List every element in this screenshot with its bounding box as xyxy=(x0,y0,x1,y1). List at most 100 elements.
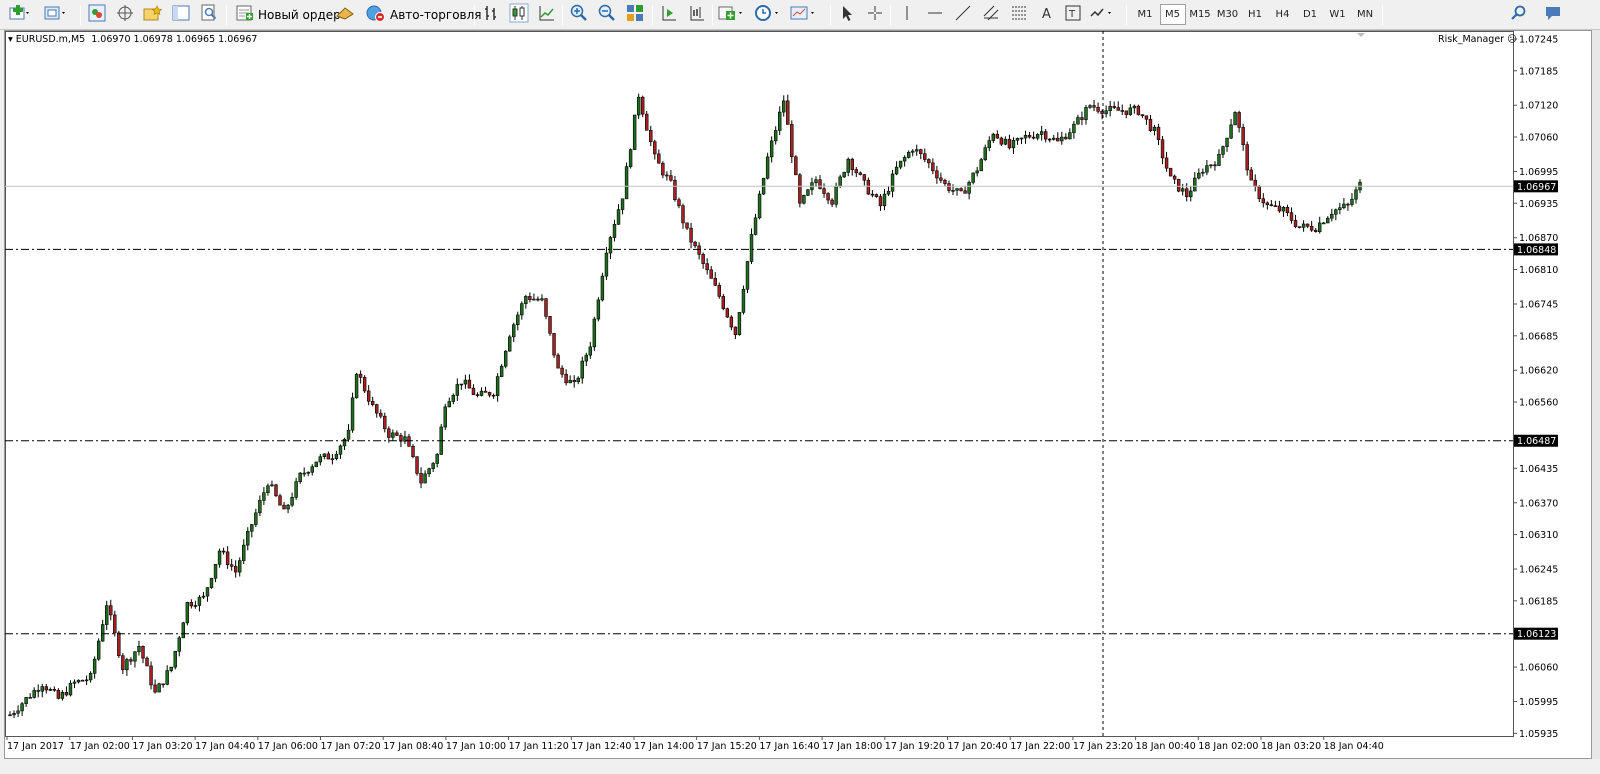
bear-candle xyxy=(653,141,657,155)
bear-candle xyxy=(1172,175,1177,180)
bear-candle xyxy=(28,697,32,699)
bear-candle xyxy=(657,153,661,164)
market-watch-button[interactable] xyxy=(86,3,108,26)
line-chart-icon xyxy=(538,4,556,25)
bull-candle xyxy=(608,237,613,254)
timeframe-h4-button[interactable]: H4 xyxy=(1270,4,1296,25)
bear-candle xyxy=(572,379,576,383)
timeframe-m5-button[interactable]: M5 xyxy=(1159,4,1186,25)
bear-candle xyxy=(1237,112,1241,128)
chart-shift-button[interactable] xyxy=(686,3,708,26)
favorites-button[interactable] xyxy=(142,3,164,26)
bull-candle xyxy=(451,395,456,402)
bull-candle xyxy=(1326,217,1330,224)
bear-candle xyxy=(141,646,145,659)
new-order-button[interactable]: Новый ордер xyxy=(232,3,345,26)
price-tick-label: 1.06685 xyxy=(1519,331,1558,342)
bull-candle xyxy=(254,512,258,525)
auto-scroll-button[interactable] xyxy=(658,3,680,26)
bull-candle xyxy=(971,172,975,183)
bull-candle xyxy=(137,646,141,653)
time-tick-label: 17 Jan 07:20 xyxy=(321,741,381,752)
vertical-scrollbar[interactable] xyxy=(1592,30,1600,759)
bull-candle xyxy=(773,130,778,142)
bull-candle xyxy=(1322,222,1326,225)
navigator-button[interactable] xyxy=(114,3,136,26)
text-tool-button[interactable]: A xyxy=(1036,3,1058,26)
bear-candle xyxy=(701,254,705,264)
bear-candle xyxy=(1116,107,1120,111)
templates-button[interactable] xyxy=(790,3,816,26)
line-chart-button[interactable] xyxy=(536,3,558,26)
zoom-out-button[interactable] xyxy=(596,3,618,26)
bear-candle xyxy=(786,100,790,125)
candlestick-chart-button[interactable] xyxy=(508,3,530,26)
bull-candle xyxy=(217,550,222,565)
bear-candle xyxy=(1164,157,1169,169)
horizontal-line-tool-button[interactable] xyxy=(924,3,946,26)
crosshair-tool-button[interactable] xyxy=(864,3,886,26)
templates-icon xyxy=(790,4,816,25)
terminal-button[interactable] xyxy=(170,3,192,26)
timeframe-m1-button[interactable]: M1 xyxy=(1132,4,1158,25)
bar-chart-button[interactable] xyxy=(480,3,502,26)
search-button[interactable] xyxy=(1508,3,1530,26)
bear-candle xyxy=(729,316,734,328)
bear-candle xyxy=(161,683,165,686)
vertical-line-tool-button[interactable] xyxy=(896,3,918,26)
timeframe-mn-button[interactable]: MN xyxy=(1352,4,1378,25)
bear-candle xyxy=(689,227,693,243)
profiles-button[interactable] xyxy=(44,3,66,26)
equidistant-channel-tool-button[interactable] xyxy=(980,3,1002,26)
chat-icon xyxy=(1544,4,1562,25)
periods-button[interactable] xyxy=(755,3,778,26)
bear-candle xyxy=(866,179,871,195)
bull-candle xyxy=(314,461,318,468)
bull-candle xyxy=(967,182,971,194)
bull-candle xyxy=(1132,105,1137,109)
bull-candle xyxy=(1330,213,1334,219)
collapse-triangle-icon[interactable]: ▾ xyxy=(8,34,16,45)
bear-candle xyxy=(721,296,726,309)
chat-button[interactable] xyxy=(1542,3,1564,26)
timeframe-h1-button[interactable]: H1 xyxy=(1242,4,1268,25)
chart-window[interactable]: 1.07245 1.07185 1.07120 1.07060 1.06995 1.069… xyxy=(4,30,1592,759)
timeframe-m30-button[interactable]: M30 xyxy=(1215,4,1241,25)
bull-candle xyxy=(1023,134,1028,139)
bull-candle xyxy=(584,354,588,362)
tile-windows-button[interactable] xyxy=(624,3,646,26)
time-tick-label: 17 Jan 19:20 xyxy=(885,741,945,752)
folder-star-icon xyxy=(143,4,163,25)
indicators-button[interactable] xyxy=(718,3,742,26)
bear-candle xyxy=(822,188,826,194)
zoom-out-icon xyxy=(598,4,616,25)
timeframe-w1-button[interactable]: W1 xyxy=(1325,4,1351,25)
zoom-in-button[interactable] xyxy=(568,3,590,26)
price-tick-label: 1.07120 xyxy=(1519,101,1558,112)
bull-candle xyxy=(1128,107,1133,115)
zoom-in-icon xyxy=(570,4,588,25)
bear-candle xyxy=(798,174,802,204)
bull-candle xyxy=(983,147,987,160)
bear-candle xyxy=(705,263,709,271)
auto-trading-button[interactable]: Авто-торговля xyxy=(362,3,486,26)
time-tick-label: 17 Jan 20:40 xyxy=(948,741,1008,752)
bull-candle xyxy=(778,111,782,131)
strategy-tester-button[interactable] xyxy=(198,3,220,26)
bull-candle xyxy=(886,190,891,195)
price-chart[interactable]: 1.07245 1.07185 1.07120 1.07060 1.06995 1.069… xyxy=(5,31,1593,760)
text-label-tool-button[interactable]: T xyxy=(1062,3,1084,26)
bear-candle xyxy=(552,333,556,356)
timeframe-m15-button[interactable]: M15 xyxy=(1187,4,1213,25)
arrows-tool-button[interactable] xyxy=(1090,3,1112,26)
bull-candle xyxy=(318,456,323,463)
auto-trading-label: Авто-торговля xyxy=(390,7,482,22)
trendline-tool-button[interactable] xyxy=(952,3,974,26)
expert-advisors-button[interactable] xyxy=(334,3,356,26)
cursor-tool-button[interactable] xyxy=(836,3,858,26)
bull-candle xyxy=(568,379,572,384)
fibonacci-tool-button[interactable] xyxy=(1008,3,1030,26)
timeframe-d1-button[interactable]: D1 xyxy=(1297,4,1323,25)
bear-candle xyxy=(1269,204,1274,207)
new-chart-button[interactable] xyxy=(8,3,30,26)
